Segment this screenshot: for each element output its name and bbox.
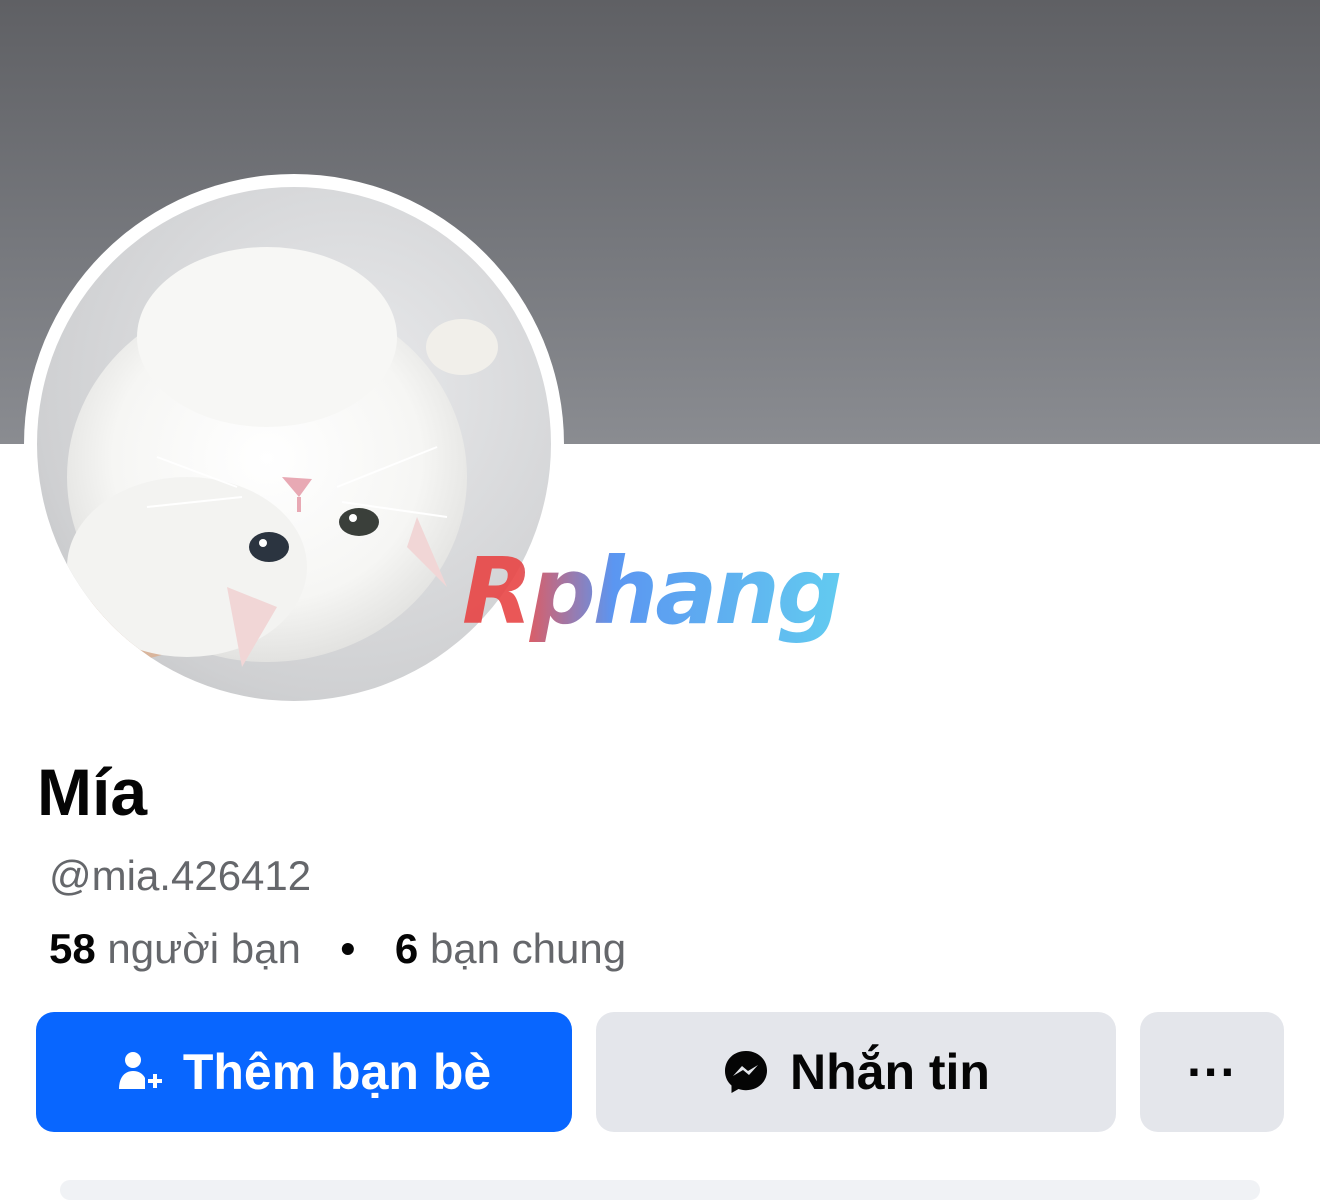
stats-separator: •: [340, 925, 356, 972]
message-label: Nhắn tin: [790, 1044, 990, 1100]
messenger-icon: [722, 1048, 770, 1096]
profile-name: Mía: [37, 755, 148, 829]
mutual-label: bạn chung: [429, 925, 627, 972]
message-button[interactable]: Nhắn tin: [596, 1012, 1116, 1132]
add-friend-label: Thêm bạn bè: [182, 1044, 492, 1100]
more-options-button[interactable]: ···: [1140, 1012, 1284, 1132]
more-dots-icon: ···: [1187, 1044, 1237, 1100]
add-friend-button[interactable]: Thêm bạn bè: [36, 1012, 572, 1132]
watermark-logo: Rphang: [462, 538, 843, 645]
person-add-icon: [117, 1049, 163, 1095]
next-section-edge: [60, 1180, 1260, 1200]
profile-username: @mia.426412: [49, 852, 312, 899]
friends-label: người bạn: [107, 925, 301, 972]
friends-count: 58: [49, 925, 96, 972]
friends-link[interactable]: 58 người bạn: [49, 925, 301, 972]
friend-stats: 58 người bạn • 6 bạn chung: [49, 922, 626, 976]
mutual-friends-link[interactable]: 6 bạn chung: [395, 925, 626, 972]
mutual-count: 6: [394, 925, 419, 972]
